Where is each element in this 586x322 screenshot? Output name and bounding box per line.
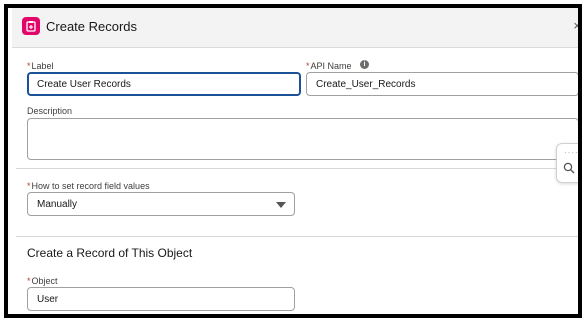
api-name-field-label: *API Name <box>306 61 352 71</box>
how-to-set-select[interactable]: Manually <box>27 192 295 216</box>
chevron-down-icon <box>276 202 286 208</box>
api-name-input[interactable]: Create_User_Records <box>306 72 578 96</box>
close-icon[interactable]: × <box>573 18 578 33</box>
modal-frame: Create Records × *Label Create User Reco… <box>4 4 582 318</box>
object-input[interactable]: User <box>27 287 295 311</box>
label-input[interactable]: Create User Records <box>27 72 301 96</box>
info-icon[interactable]: i <box>360 60 369 69</box>
section-divider <box>16 236 578 237</box>
how-to-set-field-label: *How to set record field values <box>27 181 150 191</box>
description-field-label: Description <box>27 106 73 116</box>
section-divider <box>16 168 578 169</box>
required-marker: * <box>27 61 31 71</box>
required-marker: * <box>306 61 310 71</box>
panel-title: Create Records <box>46 19 138 34</box>
description-textarea[interactable] <box>27 118 578 160</box>
required-marker: * <box>27 181 31 191</box>
drag-handle-icon[interactable]: ···· <box>564 148 578 157</box>
object-field-label: *Object <box>27 276 58 286</box>
required-marker: * <box>27 276 31 286</box>
search-icon[interactable] <box>563 162 575 174</box>
label-field-label: *Label <box>27 61 54 71</box>
create-records-icon <box>22 17 40 35</box>
panel-header: Create Records × <box>12 8 578 48</box>
modal-content: Create Records × *Label Create User Reco… <box>12 8 578 314</box>
side-panel-tab[interactable]: ···· <box>556 143 578 183</box>
how-to-set-value: Manually <box>37 199 78 210</box>
section-title: Create a Record of This Object <box>27 246 193 260</box>
